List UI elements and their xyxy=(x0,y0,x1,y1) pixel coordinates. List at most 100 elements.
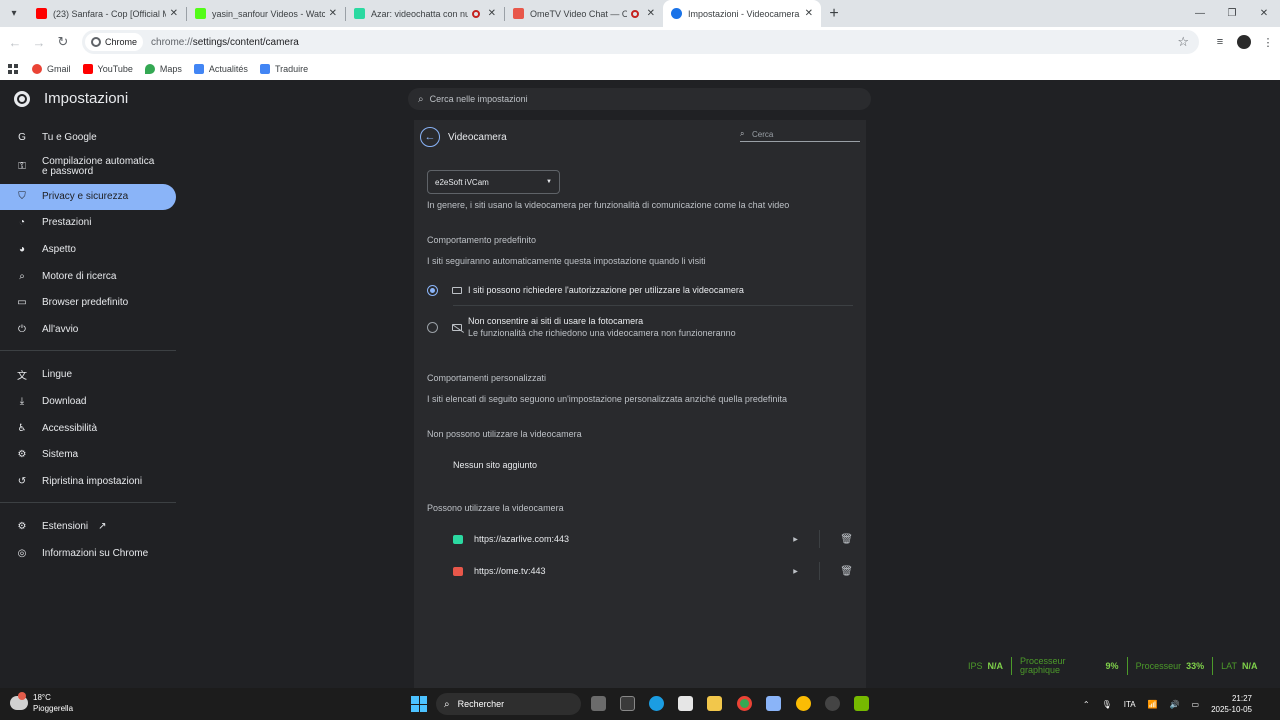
media-controls-icon[interactable]: ≡ xyxy=(1208,36,1232,48)
microphone-icon[interactable]: 🎙 xyxy=(1102,700,1112,709)
bookmark-maps[interactable]: Maps xyxy=(144,63,182,74)
forward-arrow-icon[interactable]: → xyxy=(27,35,51,50)
sidebar-item-system[interactable]: ⚙ Sistema xyxy=(0,441,176,468)
settings-search-input[interactable]: ⌕ Cerca nelle impostazioni xyxy=(408,88,871,110)
sidebar-item-default-browser[interactable]: ▭ Browser predefinito xyxy=(0,289,176,316)
battery-icon[interactable]: ▭ xyxy=(1192,700,1200,709)
sidebar-item-languages[interactable]: 文 Lingue xyxy=(0,362,176,389)
maximize-icon[interactable]: ❐ xyxy=(1216,0,1248,27)
sidebar-item-privacy[interactable]: ⛉ Privacy e sicurezza xyxy=(0,183,176,210)
sidebar-item-on-startup[interactable]: ⏻ All'avvio xyxy=(0,316,176,343)
tab-search-chevron-icon[interactable]: ▾ xyxy=(0,0,28,27)
radio-button-unchecked[interactable] xyxy=(427,321,438,333)
volume-icon[interactable]: 🔊 xyxy=(1170,700,1180,709)
camera-device-select[interactable]: e2eSoft iVCam ▼ xyxy=(427,170,560,194)
site-info-chip[interactable]: Chrome xyxy=(85,33,144,51)
sidebar-item-search-engine[interactable]: ⌕ Motore di ricerca xyxy=(0,263,176,290)
sidebar-item-about-chrome[interactable]: ◎ Informazioni su Chrome xyxy=(0,540,176,567)
sidebar-item-label: Informazioni su Chrome xyxy=(42,547,149,559)
tab-azar[interactable]: Azar: videochatta con nuov ✕ xyxy=(346,0,504,27)
minimize-icon[interactable]: — xyxy=(1184,0,1216,27)
weather-widget[interactable]: 18°C Pioggerella xyxy=(10,692,73,714)
sidebar-item-extensions[interactable]: ⚙ Estensioni ↗ xyxy=(0,514,176,541)
back-arrow-icon[interactable]: ← xyxy=(420,127,440,147)
bookmark-star-icon[interactable]: ☆ xyxy=(1177,34,1189,50)
app-icon[interactable] xyxy=(766,696,781,711)
gear-favicon-icon xyxy=(671,8,682,19)
site-search-input[interactable]: ⌕ Cerca xyxy=(740,129,860,142)
close-icon[interactable]: ✕ xyxy=(170,8,178,19)
videocam-icon xyxy=(452,286,462,294)
url-text[interactable]: chrome://settings/content/camera xyxy=(151,37,299,48)
tab-sanfara[interactable]: (23) Sanfara - Cop [Official Music ✕ xyxy=(28,0,186,27)
chrome-icon: ◎ xyxy=(17,547,27,559)
arrow-right-icon[interactable]: ▶ xyxy=(793,536,813,543)
apps-grid-icon[interactable] xyxy=(8,63,18,74)
wifi-icon[interactable]: 📶 xyxy=(1148,700,1158,709)
chrome-icon[interactable] xyxy=(737,696,752,711)
bookmark-gmail[interactable]: Gmail xyxy=(32,63,71,74)
language-indicator[interactable]: ITA xyxy=(1124,700,1136,709)
tab-ometv[interactable]: OmeTV Video Chat — Ome ✕ xyxy=(505,0,663,27)
radio-label: Non consentire ai siti di usare la fotoc… xyxy=(468,316,644,326)
back-arrow-icon[interactable]: ← xyxy=(3,35,27,50)
clock[interactable]: 21:27 2025-10-05 xyxy=(1211,693,1264,715)
task-view-icon[interactable] xyxy=(591,696,606,711)
chrome-active-icon[interactable] xyxy=(796,696,811,711)
bookmark-traduire[interactable]: Traduire xyxy=(259,63,308,74)
new-tab-button[interactable]: + xyxy=(821,5,847,23)
close-window-icon[interactable]: ✕ xyxy=(1248,0,1280,27)
sidebar-item-autofill[interactable]: ⚿ Compilazione automatica e password xyxy=(0,151,176,184)
store-icon[interactable] xyxy=(678,696,693,711)
search-icon: ⌕ xyxy=(740,129,745,138)
caret-down-icon: ▼ xyxy=(546,179,552,185)
wrench-icon: ⚙ xyxy=(17,449,27,461)
sidebar-item-reset[interactable]: ↺ Ripristina impostazioni xyxy=(0,468,176,495)
close-icon[interactable]: ✕ xyxy=(488,8,496,19)
close-icon[interactable]: ✕ xyxy=(647,8,655,19)
taskbar-search-placeholder: Rechercher xyxy=(457,699,505,709)
app-icon[interactable] xyxy=(620,696,635,711)
windows-start-icon[interactable] xyxy=(411,696,427,712)
custom-behaviors-heading: Comportamenti personalizzati xyxy=(427,373,547,383)
close-icon[interactable]: ✕ xyxy=(329,8,337,19)
sidebar-item-accessibility[interactable]: ♿ Accessibilità xyxy=(0,415,176,442)
azar-favicon-icon xyxy=(354,8,365,19)
sidebar-item-appearance[interactable]: ◕ Aspetto xyxy=(0,236,176,263)
bookmark-youtube[interactable]: YouTube xyxy=(82,63,133,74)
arrow-right-icon[interactable]: ▶ xyxy=(793,568,813,575)
sidebar-item-performance[interactable]: ◔ Prestazioni xyxy=(0,210,176,237)
address-bar[interactable]: Chrome chrome://settings/content/camera … xyxy=(82,30,1199,54)
chevron-up-icon[interactable]: ⌃ xyxy=(1083,700,1090,709)
sidebar-item-you-and-google[interactable]: G Tu e Google xyxy=(0,124,176,151)
profile-avatar[interactable] xyxy=(1237,35,1251,49)
app-icon[interactable] xyxy=(825,696,840,711)
site-url: https://azarlive.com:443 xyxy=(474,534,570,544)
radio-allow-ask[interactable]: I siti possono richiedere l'autorizzazio… xyxy=(427,284,853,296)
file-explorer-icon[interactable] xyxy=(707,696,722,711)
taskbar-search[interactable]: ⌕ Rechercher xyxy=(436,693,581,715)
tab-settings-camera[interactable]: Impostazioni - Videocamera ✕ xyxy=(663,0,821,27)
allowed-site-row[interactable]: https://azarlive.com:443 ▶ 🗑 xyxy=(453,528,853,550)
sidebar-item-label: Ripristina impostazioni xyxy=(42,475,143,487)
radio-block[interactable]: Non consentire ai siti di usare la fotoc… xyxy=(427,315,853,339)
menu-kebab-icon[interactable]: ⋮ xyxy=(1256,36,1280,49)
tab-kick[interactable]: yasin_sanfour Videos - Watch Cl ✕ xyxy=(187,0,345,27)
nvidia-icon[interactable] xyxy=(854,696,869,711)
bookmark-actualites[interactable]: Actualités xyxy=(193,63,248,74)
news-icon xyxy=(193,63,204,74)
trash-icon[interactable]: 🗑 xyxy=(840,534,853,545)
window-controls: — ❐ ✕ xyxy=(1184,0,1280,27)
allowed-site-row[interactable]: https://ome.tv:443 ▶ 🗑 xyxy=(453,560,853,582)
edge-icon[interactable] xyxy=(649,696,664,711)
radio-button-checked[interactable] xyxy=(427,284,438,296)
section-title: Videocamera xyxy=(448,131,507,143)
close-icon[interactable]: ✕ xyxy=(805,8,813,19)
recording-icon xyxy=(471,9,480,18)
bookmark-label: YouTube xyxy=(97,63,133,74)
speedometer-icon: ◔ xyxy=(18,217,26,229)
gpu-value: 9% xyxy=(1105,661,1119,671)
reload-icon[interactable]: ↻ xyxy=(51,34,75,50)
trash-icon[interactable]: 🗑 xyxy=(840,566,853,577)
sidebar-item-downloads[interactable]: ⤓ Download xyxy=(0,388,176,415)
